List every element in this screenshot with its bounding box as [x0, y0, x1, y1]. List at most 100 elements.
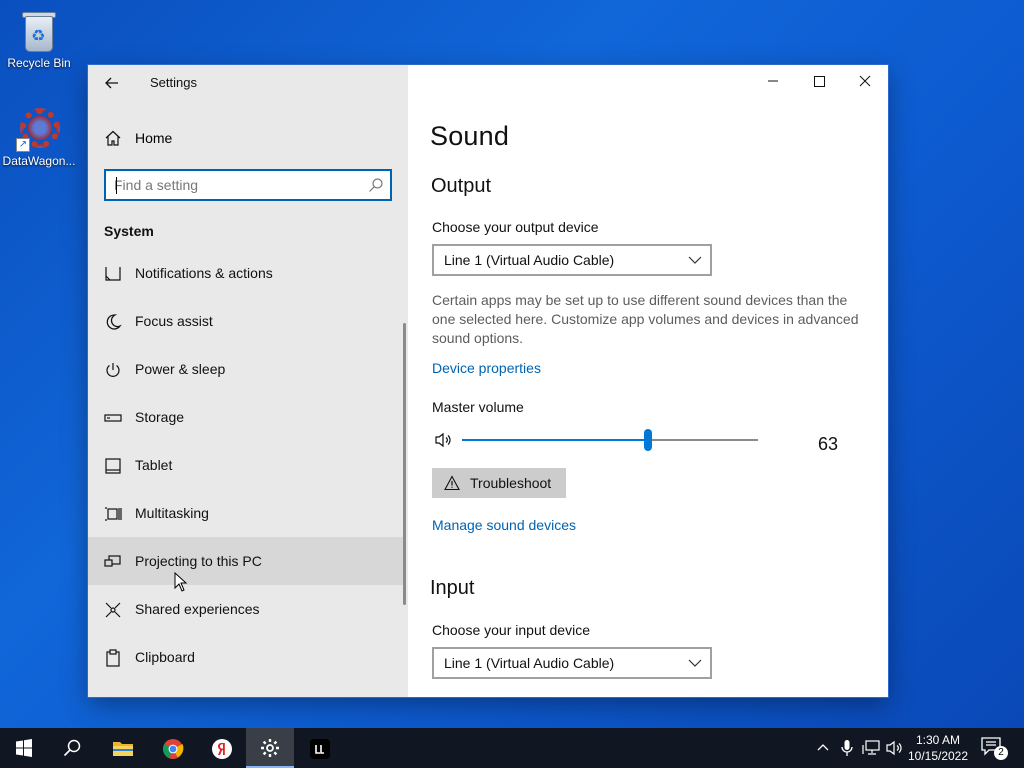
- sidebar-item-multitasking[interactable]: Multitasking: [88, 489, 406, 537]
- notifications-icon: [105, 267, 121, 281]
- sidebar-item-projecting[interactable]: Projecting to this PC: [88, 537, 406, 585]
- shared-experiences-icon: [105, 602, 121, 618]
- search-icon[interactable]: [368, 177, 384, 193]
- back-button[interactable]: [100, 71, 124, 95]
- output-heading: Output: [431, 175, 492, 197]
- taskbar-yandex-browser[interactable]: [197, 728, 245, 768]
- sidebar-item-label: Clipboard: [135, 649, 195, 665]
- sidebar-item-label: Projecting to this PC: [135, 553, 262, 569]
- maximize-button[interactable]: [796, 65, 842, 97]
- search-input[interactable]: [114, 176, 358, 194]
- desktop-icon-label: Recycle Bin: [7, 56, 71, 70]
- page-title: Sound: [430, 121, 510, 151]
- master-volume-value: 63: [818, 434, 839, 454]
- datawagon-app-icon: ↗: [16, 106, 62, 152]
- slider-thumb[interactable]: [644, 429, 652, 451]
- sidebar-nav: Notifications & actions Focus assist Pow…: [88, 249, 406, 681]
- chevron-down-icon: [688, 256, 702, 264]
- chrome-icon: [163, 739, 184, 759]
- desktop-icon-recycle-bin[interactable]: ♻ Recycle Bin: [1, 8, 77, 70]
- yandex-browser-icon: [212, 739, 232, 759]
- sidebar-item-notifications[interactable]: Notifications & actions: [88, 249, 406, 297]
- back-arrow-icon: [105, 77, 118, 89]
- chevron-up-icon[interactable]: [816, 741, 830, 755]
- sidebar-item-label: Home: [135, 130, 173, 146]
- desktop-icon-datawagon[interactable]: ↗ DataWagon...: [1, 106, 77, 168]
- taskbar-settings[interactable]: [246, 728, 294, 768]
- start-button[interactable]: [0, 728, 48, 768]
- microphone-icon[interactable]: [840, 739, 854, 757]
- speaker-icon[interactable]: [434, 431, 452, 449]
- master-volume-slider[interactable]: [462, 427, 760, 453]
- clock-time: 1:30 AM: [915, 733, 961, 747]
- chevron-down-icon: [688, 659, 702, 667]
- settings-icon: [261, 739, 279, 757]
- multitasking-icon: [105, 507, 122, 521]
- sidebar-item-label: Notifications & actions: [135, 265, 273, 281]
- search-icon: [63, 739, 81, 757]
- start-icon: [16, 739, 32, 757]
- input-heading: Input: [430, 577, 475, 599]
- slider-fill: [462, 439, 648, 441]
- master-volume-label: Master volume: [432, 399, 524, 415]
- sidebar-item-label: Power & sleep: [135, 361, 226, 377]
- taskbar-chrome[interactable]: [148, 728, 196, 768]
- sidebar-item-home[interactable]: Home: [88, 123, 408, 155]
- manage-sound-devices-link[interactable]: Manage sound devices: [432, 517, 576, 533]
- maximize-icon: [814, 76, 825, 87]
- taskbar-file-explorer[interactable]: [98, 728, 146, 768]
- sidebar-item-clipboard[interactable]: Clipboard: [88, 633, 406, 681]
- sidebar-item-storage[interactable]: Storage: [88, 393, 406, 441]
- close-icon: [859, 75, 871, 87]
- dropdown-value: Line 1 (Virtual Audio Cable): [444, 252, 615, 268]
- sidebar-item-label: Storage: [135, 409, 185, 425]
- volume-icon[interactable]: [885, 739, 903, 757]
- search-box[interactable]: [104, 169, 392, 201]
- taskbar: 1:30 AM 10/15/2022 2: [0, 728, 1024, 768]
- tablet-icon: [105, 458, 121, 474]
- recycle-bin-icon: ♻: [19, 8, 59, 54]
- close-button[interactable]: [842, 65, 888, 97]
- sidebar-item-label: Multitasking: [135, 505, 209, 521]
- file-explorer-icon: [113, 742, 133, 756]
- output-device-dropdown[interactable]: Line 1 (Virtual Audio Cable): [432, 244, 712, 276]
- section-label: System: [104, 223, 154, 239]
- moon-icon: [106, 314, 122, 330]
- warning-icon: [444, 475, 460, 491]
- sidebar-item-label: Focus assist: [135, 313, 213, 329]
- app-title: Settings: [150, 75, 197, 90]
- sidebar-item-tablet[interactable]: Tablet: [88, 441, 406, 489]
- sidebar-item-focus-assist[interactable]: Focus assist: [88, 297, 406, 345]
- sidebar: Settings Home System Notifications & act…: [88, 65, 408, 697]
- output-description: Certain apps may be set up to use differ…: [432, 292, 859, 346]
- device-properties-link[interactable]: Device properties: [432, 360, 541, 376]
- storage-icon: [104, 414, 122, 422]
- dropdown-value: Line 1 (Virtual Audio Cable): [444, 655, 615, 671]
- content-pane: Sound Output Choose your output device L…: [408, 65, 888, 697]
- desktop-icon-label: DataWagon...: [2, 154, 76, 168]
- taskbar-terminal-app[interactable]: [295, 728, 343, 768]
- home-icon: [105, 130, 121, 146]
- projecting-icon: [104, 555, 121, 567]
- sidebar-item-label: Tablet: [135, 457, 173, 473]
- taskbar-search-button[interactable]: [48, 728, 96, 768]
- action-center-button[interactable]: 2: [980, 736, 1008, 760]
- notification-badge: 2: [994, 746, 1008, 760]
- taskbar-clock[interactable]: 1:30 AM 10/15/2022: [904, 732, 972, 764]
- minimize-button[interactable]: [750, 65, 796, 97]
- clipboard-icon: [106, 649, 120, 667]
- input-device-label: Choose your input device: [432, 622, 590, 638]
- text-caret: [116, 177, 117, 194]
- troubleshoot-button[interactable]: Troubleshoot: [432, 468, 566, 498]
- network-icon[interactable]: [862, 739, 880, 757]
- minimize-icon: [768, 80, 778, 82]
- sidebar-item-shared-experiences[interactable]: Shared experiences: [88, 585, 406, 633]
- output-device-label: Choose your output device: [432, 219, 599, 235]
- sidebar-item-label: Shared experiences: [135, 601, 260, 617]
- mouse-cursor-icon: [174, 572, 188, 592]
- sidebar-scrollbar[interactable]: [403, 323, 406, 605]
- clock-date: 10/15/2022: [907, 749, 969, 763]
- power-icon: [106, 363, 120, 377]
- sidebar-item-power-sleep[interactable]: Power & sleep: [88, 345, 406, 393]
- input-device-dropdown[interactable]: Line 1 (Virtual Audio Cable): [432, 647, 712, 679]
